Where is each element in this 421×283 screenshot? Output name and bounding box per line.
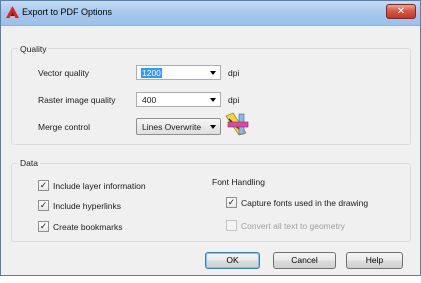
raster-quality-value: 400 [142,95,157,105]
raster-quality-combo[interactable]: 400 [136,92,221,107]
ok-button[interactable]: OK [205,252,260,269]
include-hyperlinks-label[interactable]: Include hyperlinks [53,201,121,211]
convert-text-checkbox [226,220,237,231]
convert-text-label: Convert all text to geometry [241,221,345,231]
vector-quality-combo[interactable]: 1200 [136,65,221,80]
raster-quality-unit: dpi [228,95,240,105]
raster-quality-label: Raster image quality [38,95,116,105]
include-layer-checkbox[interactable]: ✓ [38,180,49,191]
chevron-down-icon [210,71,216,75]
title-bar[interactable]: Export to PDF Options ✕ [1,1,420,26]
include-hyperlinks-checkbox[interactable]: ✓ [38,200,49,211]
capture-fonts-checkbox[interactable]: ✓ [226,197,237,208]
capture-fonts-label[interactable]: Capture fonts used in the drawing [241,198,368,208]
font-handling-label: Font Handling [212,177,265,187]
dialog-title: Export to PDF Options [22,7,113,17]
cancel-button[interactable]: Cancel [273,252,336,269]
merge-control-lines-icon [225,112,249,136]
merge-control-label: Merge control [38,122,90,132]
merge-control-value: Lines Overwrite [142,122,202,132]
vector-quality-unit: dpi [228,68,240,78]
include-layer-label[interactable]: Include layer information [53,181,146,191]
vector-quality-label: Vector quality [38,68,90,78]
quality-group-label: Quality [18,44,49,54]
create-bookmarks-checkbox[interactable]: ✓ [38,221,49,232]
vector-quality-value: 1200 [141,68,162,78]
chevron-down-icon [210,125,216,129]
chevron-down-icon [210,98,216,102]
close-button[interactable]: ✕ [386,4,416,19]
merge-control-dropdown[interactable]: Lines Overwrite [136,118,221,135]
data-group-label: Data [18,158,40,168]
help-button[interactable]: Help [346,252,403,269]
create-bookmarks-label[interactable]: Create bookmarks [53,222,122,232]
export-pdf-options-dialog: Export to PDF Options ✕ Quality Vector q… [0,0,421,276]
autocad-a-icon [6,6,19,18]
